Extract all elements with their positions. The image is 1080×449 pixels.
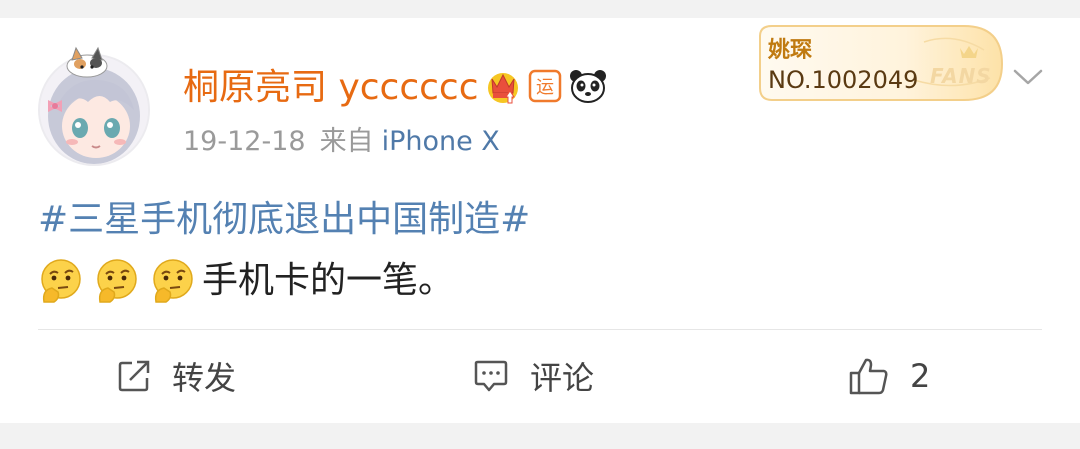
post-source-prefix: 来自 bbox=[319, 126, 374, 157]
fans-badge-number: NO.1002049 bbox=[768, 66, 919, 94]
panda-icon[interactable] bbox=[568, 67, 608, 109]
like-button[interactable]: 2 bbox=[848, 354, 930, 398]
post-timestamp: 19-12-18 bbox=[183, 126, 306, 157]
post-meta: 19-12-18 来自 iPhone X bbox=[183, 124, 500, 160]
fans-badge[interactable]: 姚琛 NO.1002049 FANS bbox=[754, 22, 1006, 104]
thinking-face-icon bbox=[38, 258, 84, 304]
repost-label: 转发 bbox=[172, 359, 237, 397]
thinking-face-icon bbox=[94, 258, 140, 304]
thumbs-up-icon bbox=[849, 358, 888, 395]
topic-link[interactable]: #三星手机彻底退出中国制造# bbox=[38, 198, 530, 242]
post-text-line: 手机卡的一笔。 bbox=[38, 258, 454, 304]
like-count: 2 bbox=[910, 357, 931, 395]
fans-badge-word: FANS bbox=[930, 64, 992, 88]
comment-button[interactable]: 评论 bbox=[472, 354, 594, 398]
divider bbox=[38, 329, 1042, 330]
yun-luck-icon[interactable]: 运 bbox=[528, 69, 562, 107]
fans-badge-name: 姚琛 bbox=[768, 38, 813, 63]
chevron-down-icon[interactable] bbox=[1012, 66, 1044, 88]
repost-button[interactable]: 转发 bbox=[116, 354, 236, 398]
thinking-face-icon bbox=[150, 258, 196, 304]
comment-label: 评论 bbox=[530, 359, 595, 397]
username[interactable]: 桐原亮司 ycccccc bbox=[183, 66, 479, 110]
crown-vip-icon[interactable] bbox=[484, 67, 522, 109]
post-text: 手机卡的一笔。 bbox=[202, 260, 455, 301]
comment-icon bbox=[474, 360, 508, 392]
repost-icon bbox=[118, 360, 150, 392]
avatar-cat-decoration-icon bbox=[64, 44, 110, 78]
post-source-device[interactable]: iPhone X bbox=[382, 126, 500, 157]
user-badges: 运 bbox=[484, 66, 608, 110]
svg-text:运: 运 bbox=[536, 77, 554, 98]
